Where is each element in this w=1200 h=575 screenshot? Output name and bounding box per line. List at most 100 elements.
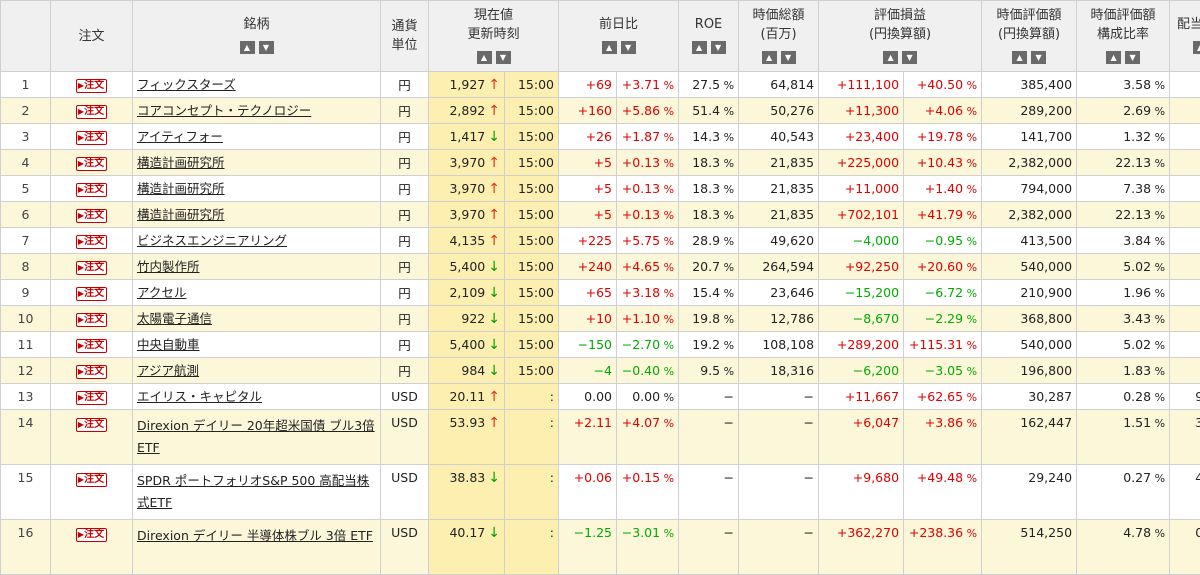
order-button[interactable]: ▶注文 [76, 157, 107, 171]
arrow-up-icon: ↑ [488, 389, 500, 405]
arrow-up-icon: ↑ [488, 103, 500, 119]
roe-value: 18.3 % [679, 150, 739, 176]
dividend-yield: 2.03 % [1170, 332, 1200, 358]
sort-desc-icon[interactable]: ▼ [781, 51, 796, 64]
order-button[interactable]: ▶注文 [76, 105, 107, 119]
roe-value: − [679, 465, 739, 520]
market-cap: − [739, 410, 819, 465]
order-button[interactable]: ▶注文 [76, 209, 107, 223]
profit-loss-percent-value: +115.31 [909, 337, 963, 352]
composition-ratio: 0.27 % [1077, 465, 1170, 520]
sort-desc-icon[interactable]: ▼ [259, 41, 274, 54]
stock-name-link[interactable]: Direxion デイリー 20年超米国債 ブル3倍 ETF [137, 415, 376, 459]
stock-name-link[interactable]: 太陽電子通信 [137, 308, 212, 330]
stock-name-link[interactable]: ビジネスエンジニアリング [137, 230, 287, 252]
order-button[interactable]: ▶注文 [76, 79, 107, 93]
order-button[interactable]: ▶注文 [76, 365, 107, 379]
order-button[interactable]: ▶注文 [76, 183, 107, 197]
sort-asc-icon[interactable]: ▲ [692, 41, 707, 54]
stock-name-link[interactable]: アクセル [137, 282, 186, 304]
sort-desc-icon[interactable]: ▼ [902, 51, 917, 64]
stock-name-link[interactable]: エイリス・キャピタル [137, 386, 262, 408]
sort-asc-icon[interactable]: ▲ [602, 41, 617, 54]
price-value: 5,400 [449, 259, 485, 274]
sort-asc-icon[interactable]: ▲ [883, 51, 898, 64]
profit-loss-percent-value: +238.36 [909, 525, 963, 540]
stock-name-link[interactable]: 構造計画研究所 [137, 204, 225, 226]
stock-name-link[interactable]: 中央自動車 [137, 334, 200, 356]
change-percent-value: +0.13 [622, 181, 660, 196]
market-cap: − [739, 520, 819, 575]
stock-name-link[interactable]: アジア航測 [137, 360, 199, 382]
stock-name-link[interactable]: 構造計画研究所 [137, 178, 225, 200]
sort-asc-icon[interactable]: ▲ [240, 41, 255, 54]
price-value: 4,135 [449, 233, 485, 248]
order-label: 注文 [84, 288, 104, 299]
order-cell: ▶注文 [51, 465, 133, 520]
order-cell: ▶注文 [51, 332, 133, 358]
currency-unit: 円 [381, 228, 429, 254]
sort-asc-icon[interactable]: ▲ [1106, 51, 1121, 64]
profit-loss-percent-value: −3.05 [925, 363, 963, 378]
change-percent: +1.87 % [617, 124, 679, 150]
stock-name-link[interactable]: コアコンセプト・テクノロジー [137, 100, 311, 122]
order-button[interactable]: ▶注文 [76, 131, 107, 145]
order-button[interactable]: ▶注文 [76, 528, 107, 542]
stock-name-cell: 構造計画研究所 [133, 176, 381, 202]
change-percent: −3.01 % [617, 520, 679, 575]
stock-name-link[interactable]: 竹内製作所 [137, 256, 200, 278]
order-button[interactable]: ▶注文 [76, 261, 107, 275]
table-row: 16▶注文Direxion デイリー 半導体株ブル 3倍 ETFUSD40.17… [1, 520, 1200, 575]
order-cell: ▶注文 [51, 124, 133, 150]
stock-name-link[interactable]: アイティフォー [137, 126, 223, 148]
stock-name-link[interactable]: Direxion デイリー 半導体株ブル 3倍 ETF [137, 525, 373, 547]
sort-asc-icon[interactable]: ▲ [1193, 41, 1200, 54]
order-button[interactable]: ▶注文 [76, 235, 107, 249]
currency-unit: USD [381, 520, 429, 575]
composition-ratio-value: 3.84 [1123, 233, 1151, 248]
table-row: 13▶注文エイリス・キャピタルUSD20.11↑:0.000.00 %−−+11… [1, 384, 1200, 410]
sort-asc-icon[interactable]: ▲ [477, 51, 492, 64]
roe-value: 19.2 % [679, 332, 739, 358]
header-no [1, 1, 51, 72]
sort-desc-icon[interactable]: ▼ [621, 41, 636, 54]
profit-loss-percent: +41.79 % [904, 202, 982, 228]
change-percent-value: 0.00 [632, 389, 660, 404]
stock-name-link[interactable]: 構造計画研究所 [137, 152, 225, 174]
percent-unit: % [660, 157, 674, 170]
stock-name-cell: Direxion デイリー 20年超米国債 ブル3倍 ETF [133, 410, 381, 465]
order-button[interactable]: ▶注文 [76, 313, 107, 327]
header-name: 銘柄▲▼ [133, 1, 381, 72]
composition-ratio: 1.32 % [1077, 124, 1170, 150]
order-button[interactable]: ▶注文 [76, 339, 107, 353]
percent-unit: % [720, 79, 734, 92]
order-button[interactable]: ▶注文 [76, 391, 107, 405]
sort-desc-icon[interactable]: ▼ [711, 41, 726, 54]
current-price: 40.17↓ [429, 520, 505, 575]
update-time: : [505, 384, 559, 410]
market-cap: 21,835 [739, 176, 819, 202]
change-percent-value: +4.07 [622, 415, 660, 430]
stock-name-link[interactable]: SPDR ポートフォリオS&P 500 高配当株式ETF [137, 470, 376, 514]
market-cap: 18,316 [739, 358, 819, 384]
sort-desc-icon[interactable]: ▼ [1031, 51, 1046, 64]
order-button[interactable]: ▶注文 [76, 473, 107, 487]
sort-desc-icon[interactable]: ▼ [496, 51, 511, 64]
profit-loss-value: +362,270 [819, 520, 904, 575]
stock-name-link[interactable]: フィックスターズ [137, 74, 236, 96]
order-button[interactable]: ▶注文 [76, 287, 107, 301]
sort-asc-icon[interactable]: ▲ [762, 51, 777, 64]
order-button[interactable]: ▶注文 [76, 418, 107, 432]
arrow-down-icon: ↓ [488, 129, 500, 145]
market-cap: 50,276 [739, 98, 819, 124]
table-row: 15▶注文SPDR ポートフォリオS&P 500 高配当株式ETFUSD38.8… [1, 465, 1200, 520]
composition-ratio-value: 1.96 [1123, 285, 1151, 300]
percent-unit: % [660, 287, 674, 300]
sort-desc-icon[interactable]: ▼ [1125, 51, 1140, 64]
profit-loss-percent: +1.40 % [904, 176, 982, 202]
change-percent: +0.13 % [617, 202, 679, 228]
sort-asc-icon[interactable]: ▲ [1012, 51, 1027, 64]
change-percent-value: +5.75 [622, 233, 660, 248]
composition-ratio-value: 5.02 [1123, 259, 1151, 274]
update-time: 15:00 [505, 306, 559, 332]
